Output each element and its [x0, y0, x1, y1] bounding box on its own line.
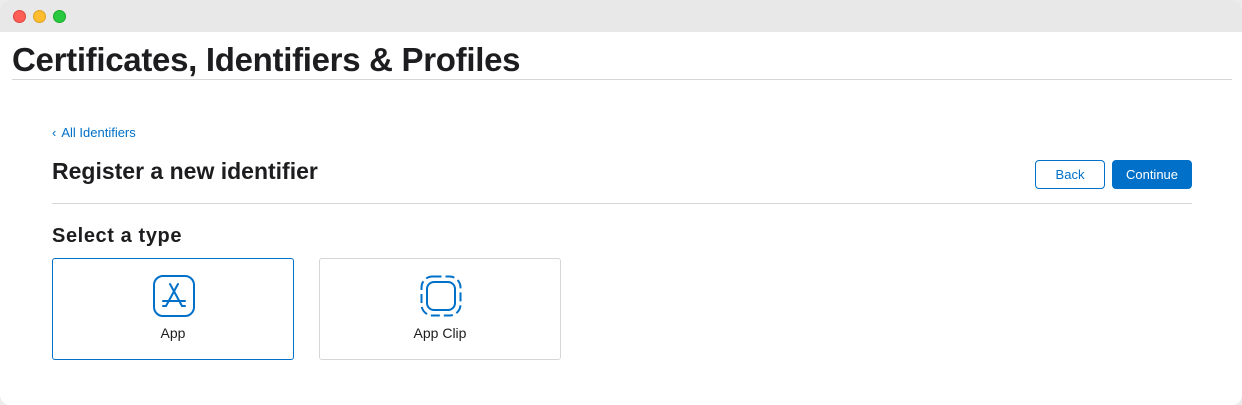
browser-window: Certificates, Identifiers & Profiles ‹ Al…	[0, 0, 1242, 405]
chevron-left-icon: ‹	[52, 125, 57, 140]
title-bar	[0, 0, 1242, 32]
minimize-window-button[interactable]	[33, 10, 46, 23]
page-title: Certificates, Identifiers & Profiles	[12, 41, 521, 78]
app-store-icon	[153, 275, 195, 317]
type-option-app[interactable]: App	[52, 258, 294, 360]
app-clip-icon	[420, 275, 462, 317]
back-button[interactable]: Back	[1035, 160, 1105, 189]
section-title: Register a new identifier	[52, 158, 318, 184]
all-identifiers-link[interactable]: ‹ All Identifiers	[52, 125, 136, 141]
all-identifiers-label: All Identifiers	[61, 125, 136, 140]
type-option-app-clip[interactable]: App Clip	[319, 258, 561, 360]
select-type-heading: Select a type	[52, 225, 183, 247]
type-option-label: App Clip	[413, 325, 467, 341]
zoom-window-button[interactable]	[53, 10, 66, 23]
type-option-label: App	[160, 325, 186, 341]
close-window-button[interactable]	[13, 10, 26, 23]
continue-button[interactable]: Continue	[1112, 160, 1192, 189]
title-divider	[12, 79, 1232, 80]
section-divider	[52, 203, 1192, 204]
